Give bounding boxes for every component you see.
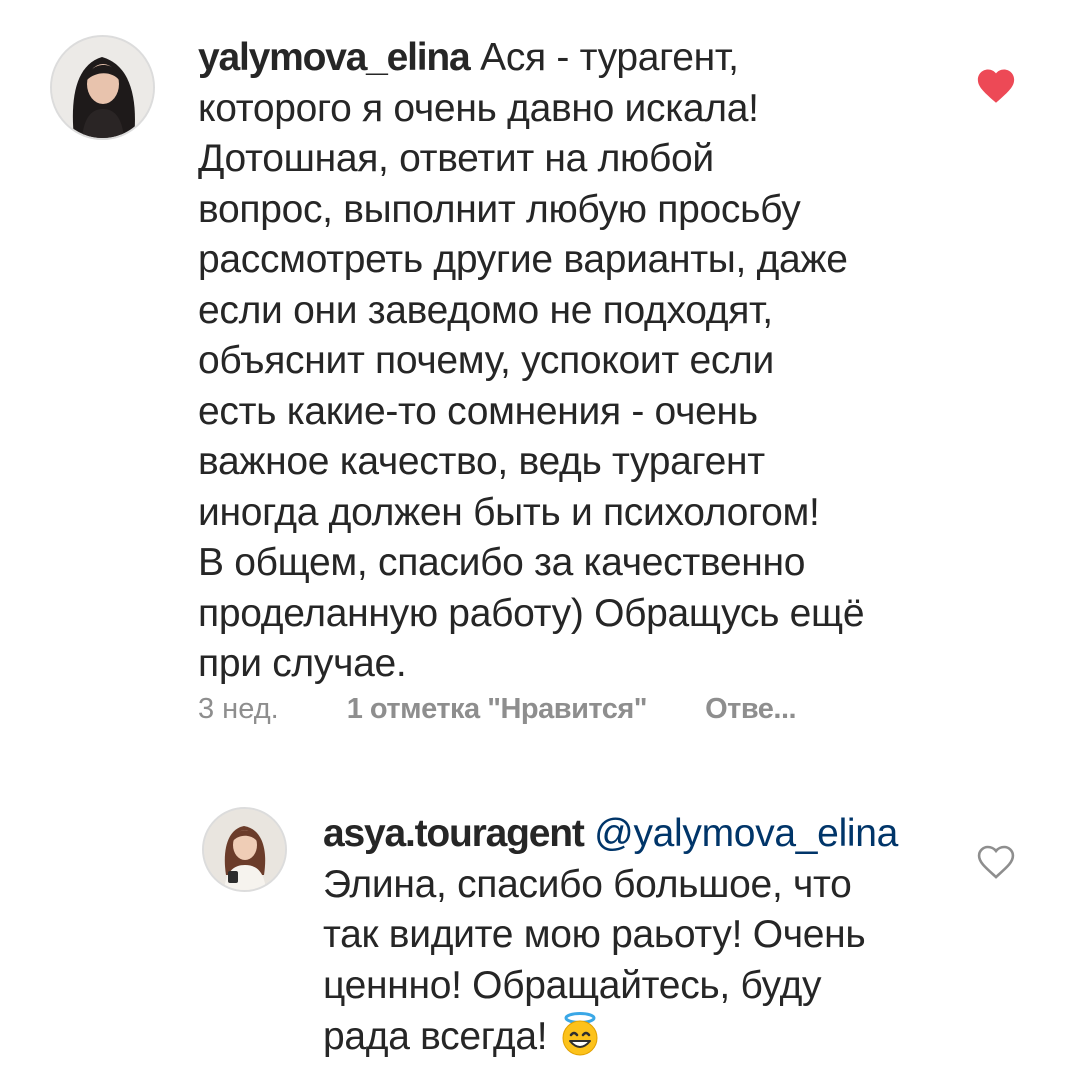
comment-line: объяснит почему, успокоит если	[198, 339, 775, 382]
comment-line: вопрос, выполнит любую просьбу	[198, 187, 801, 231]
comment-line: иногда должен быть и психологом!	[198, 490, 820, 534]
comment-text: yalymova_elina Ася - турагент, которого …	[198, 33, 865, 690]
likes-count[interactable]: 1 отметка "Нравится"	[347, 693, 648, 725]
comment-line: которого я очень давно искала!	[198, 86, 759, 130]
avatar[interactable]	[202, 807, 287, 892]
timestamp: 3 нед.	[198, 693, 279, 725]
comment-line: рада всегда!	[323, 1015, 548, 1058]
reply-button[interactable]: Отве...	[705, 693, 797, 725]
comment-line: ценнно! Обращайтесь, буду	[323, 963, 822, 1007]
comment-line: Ася - турагент,	[480, 36, 739, 79]
mention-link[interactable]: @yalymova_elina	[594, 812, 898, 855]
comment-yalymova-elina: yalymova_elina Ася - турагент, которого …	[0, 0, 1080, 760]
comment-text: asya.touragent @yalymova_elina Элина, сп…	[323, 809, 898, 1071]
comment-line: при случае.	[198, 642, 407, 685]
username[interactable]: yalymova_elina	[198, 36, 471, 79]
smiling-face-with-halo-icon	[558, 1011, 602, 1071]
comment-line: Элина, спасибо большое, что	[323, 862, 852, 906]
comment-line: есть какие-то сомнения - очень	[198, 389, 758, 433]
comment-line: важное качество, ведь турагент	[198, 440, 765, 483]
comment-meta: 3 нед. 1 отметка "Нравится" Отве...	[198, 693, 797, 726]
avatar[interactable]	[50, 35, 155, 140]
comment-line: так видите мою раьоту! Очень	[323, 913, 866, 956]
heart-filled-icon[interactable]	[975, 66, 1017, 109]
username[interactable]: asya.touragent	[323, 812, 585, 855]
avatar-photo	[52, 37, 153, 138]
comment-line: если они заведомо не подходят,	[198, 288, 773, 332]
comment-asya-touragent: asya.touragent @yalymova_elina Элина, сп…	[0, 780, 1080, 1080]
comment-line: проделанную работу) Обращусь ещё	[198, 591, 865, 635]
avatar-photo	[204, 809, 285, 890]
comment-line: В общем, спасибо за качественно	[198, 541, 806, 584]
comment-line: рассмотреть другие варианты, даже	[198, 238, 848, 281]
heart-outline-icon[interactable]	[975, 842, 1017, 885]
comment-line: Дотошная, ответит на любой	[198, 137, 714, 180]
